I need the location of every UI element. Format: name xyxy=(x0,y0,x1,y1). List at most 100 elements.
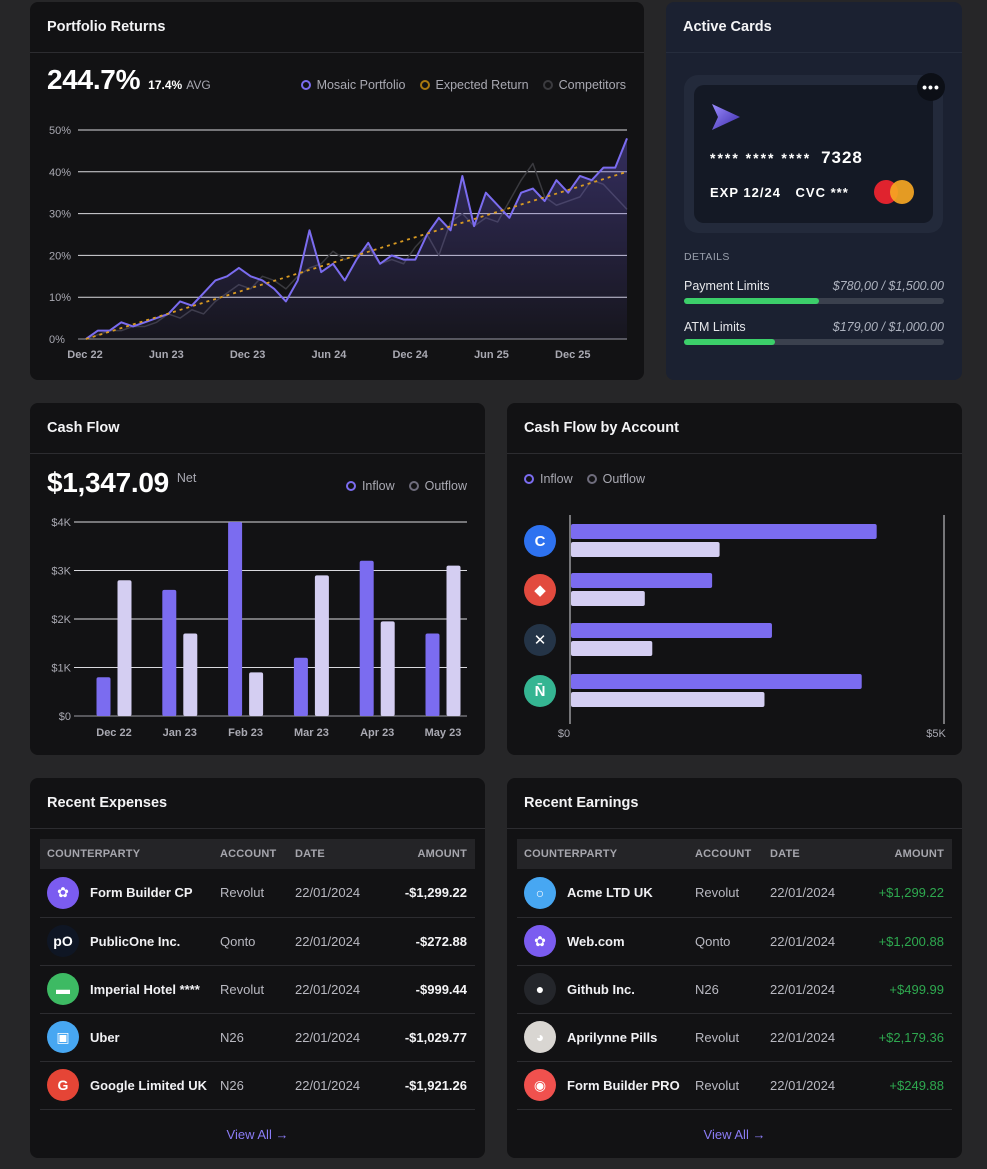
uber-icon: ▣ xyxy=(47,1021,79,1053)
inflow-bar[interactable] xyxy=(571,674,862,689)
counterparty-cell: ✿ Web.com xyxy=(517,917,695,966)
x-tick-label: $5K xyxy=(926,728,946,740)
earnings-table: COUNTERPARTY ACCOUNT DATE AMOUNT ○ Acme … xyxy=(517,839,952,1110)
y-tick-label: 20% xyxy=(49,250,71,262)
table-row[interactable]: ▬ Imperial Hotel **** Revolut 22/01/2024… xyxy=(40,965,475,1014)
mastercard-logo-icon xyxy=(874,180,914,204)
view-all-expenses-link[interactable]: View All → xyxy=(30,1127,485,1142)
column-header[interactable]: AMOUNT xyxy=(385,839,475,869)
table-row[interactable]: ✿ Form Builder CP Revolut 22/01/2024 -$1… xyxy=(40,869,475,918)
counterparty-cell: ◉ Form Builder PRO xyxy=(517,1061,695,1110)
column-header[interactable]: COUNTERPARTY xyxy=(517,839,695,869)
table-row[interactable]: G Google Limited UK N26 22/01/2024 -$1,9… xyxy=(40,1061,475,1110)
column-header[interactable]: AMOUNT xyxy=(860,839,952,869)
inflow-bar[interactable] xyxy=(359,560,374,716)
cash-flow-bar-chart: $0 $1K $2K $3K $4K Dec 22 Jan 23 Feb 23 Mar 23 Ap… xyxy=(51,517,467,739)
x-tick-label: May 23 xyxy=(425,727,462,739)
x-tick-label: Dec 25 xyxy=(555,349,590,361)
amount-cell: -$1,921.26 xyxy=(385,1061,475,1110)
counterparty-name: PublicOne Inc. xyxy=(90,933,181,949)
counterparty-name: Form Builder PRO xyxy=(567,1077,680,1093)
limit-amount: $780,00 / $1,500.00 xyxy=(832,279,944,293)
hotel-bed-icon: ▬ xyxy=(47,973,79,1005)
account-cell: Revolut xyxy=(220,869,295,918)
inflow-bar[interactable] xyxy=(293,657,308,716)
outflow-bar[interactable] xyxy=(571,591,645,606)
date-cell: 22/01/2024 xyxy=(770,917,860,966)
table-row[interactable]: pO PublicOne Inc. Qonto 22/01/2024 -$272… xyxy=(40,917,475,966)
card-more-options-button[interactable]: ••• xyxy=(917,73,945,101)
amount-cell: -$1,029.77 xyxy=(385,1013,475,1062)
table-row[interactable]: ● Github Inc. N26 22/01/2024 +$499.99 xyxy=(517,965,952,1014)
date-cell: 22/01/2024 xyxy=(770,1013,860,1062)
counterparty-name: Uber xyxy=(90,1029,120,1045)
table-row[interactable]: ○ Acme LTD UK Revolut 22/01/2024 +$1,299… xyxy=(517,869,952,918)
amount-cell: -$1,299.22 xyxy=(385,869,475,918)
x-tick-label: Dec 24 xyxy=(392,349,428,361)
x-tick-label: Jan 23 xyxy=(163,727,197,739)
x-tick-label: Dec 22 xyxy=(96,727,131,739)
inflow-bar[interactable] xyxy=(425,633,440,716)
limit-progress-fill xyxy=(684,298,820,304)
portfolio-line-chart: 0% 10% 20% 30% 40% 50% Dec 22 Jun 23 Dec 23 Jun 2… xyxy=(49,125,628,361)
google-icon: G xyxy=(47,1069,79,1101)
cash-flow-by-account-panel: Cash Flow by Account Inflow Outflow C ◆ ✕ N… xyxy=(507,403,962,755)
inflow-bar[interactable] xyxy=(571,573,713,588)
y-tick-label: 10% xyxy=(49,292,71,304)
y-tick-label: 0% xyxy=(49,334,65,346)
outflow-bar[interactable] xyxy=(571,641,653,656)
amount-cell: +$499.99 xyxy=(860,965,952,1014)
panel-title: Active Cards xyxy=(666,2,962,53)
column-header[interactable]: DATE xyxy=(770,839,860,869)
counterparty-cell: ● Github Inc. xyxy=(517,965,695,1014)
account-cell: N26 xyxy=(220,1061,295,1110)
outflow-bar[interactable] xyxy=(446,565,461,716)
outflow-bar[interactable] xyxy=(249,672,264,716)
account-cell: Revolut xyxy=(220,965,295,1014)
outflow-bar[interactable] xyxy=(380,621,395,716)
form-builder-icon: ✿ xyxy=(47,876,79,909)
inflow-bar[interactable] xyxy=(96,677,111,716)
column-header[interactable]: ACCOUNT xyxy=(220,839,295,869)
outflow-bar[interactable] xyxy=(571,692,765,707)
limit-progress-fill xyxy=(684,339,775,345)
counterparty-cell: ✿ Form Builder CP xyxy=(40,869,220,918)
x-tick-label: Jun 23 xyxy=(149,349,184,361)
acme-icon: ○ xyxy=(524,876,556,909)
date-cell: 22/01/2024 xyxy=(295,917,385,966)
table-row[interactable]: ◉ Form Builder PRO Revolut 22/01/2024 +$… xyxy=(517,1061,952,1110)
x-tick-label: $0 xyxy=(558,728,570,740)
outflow-bar[interactable] xyxy=(571,542,720,557)
x-tick-label: Jun 24 xyxy=(311,349,347,361)
inflow-bar[interactable] xyxy=(571,524,877,539)
inflow-bar[interactable] xyxy=(571,623,772,638)
column-header[interactable]: ACCOUNT xyxy=(695,839,770,869)
card-brand-logo-icon xyxy=(712,104,740,130)
account-cell: Qonto xyxy=(220,917,295,966)
x-tick-label: Jun 25 xyxy=(474,349,509,361)
column-header[interactable]: COUNTERPARTY xyxy=(40,839,220,869)
counterparty-name: Google Limited UK xyxy=(90,1077,207,1093)
account-cell: Revolut xyxy=(695,1061,770,1110)
web-com-icon: ✿ xyxy=(524,925,556,957)
credit-card[interactable]: **** **** **** 7328 EXP 12/24 CVC *** ••… xyxy=(684,73,945,233)
limit-amount: $179,00 / $1,000.00 xyxy=(832,320,944,334)
counterparty-name: Acme LTD UK xyxy=(567,885,653,901)
table-row[interactable]: ▣ Uber N26 22/01/2024 -$1,029.77 xyxy=(40,1013,475,1062)
table-row[interactable]: ✿ Web.com Qonto 22/01/2024 +$1,200.88 xyxy=(517,917,952,966)
inflow-bar[interactable] xyxy=(228,522,243,716)
column-header[interactable]: DATE xyxy=(295,839,385,869)
view-all-earnings-link[interactable]: View All → xyxy=(507,1127,962,1142)
outflow-bar[interactable] xyxy=(314,575,329,716)
x-tick-label: Dec 22 xyxy=(67,349,102,361)
y-tick-label: $2K xyxy=(51,614,71,626)
date-cell: 22/01/2024 xyxy=(770,1061,860,1110)
y-tick-label: $1K xyxy=(51,663,71,675)
inflow-bar[interactable] xyxy=(162,589,177,716)
table-row[interactable]: ◕ Aprilynne Pills Revolut 22/01/2024 +$2… xyxy=(517,1013,952,1062)
outflow-bar[interactable] xyxy=(183,633,198,716)
y-tick-label: $4K xyxy=(51,517,71,529)
counterparty-cell: ▬ Imperial Hotel **** xyxy=(40,965,220,1014)
counterparty-name: Form Builder CP xyxy=(90,885,193,901)
outflow-bar[interactable] xyxy=(117,580,132,716)
